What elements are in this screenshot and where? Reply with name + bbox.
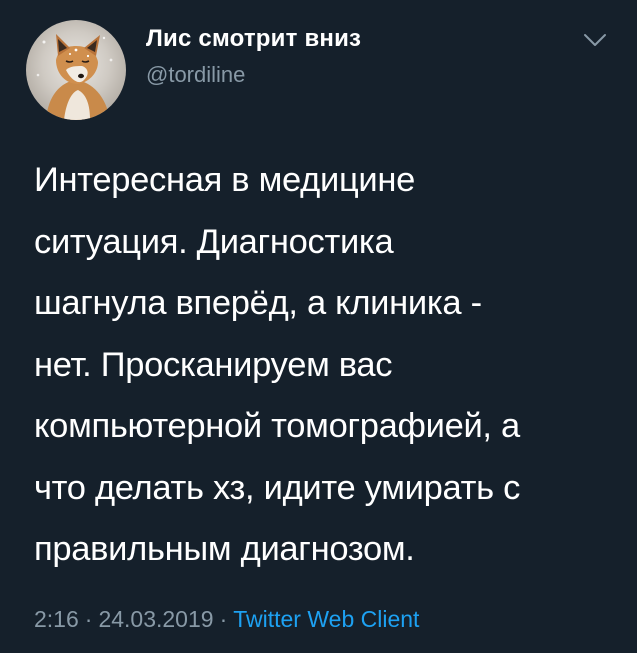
tweet-time[interactable]: 2:16 <box>34 606 79 632</box>
tweet-text-line: ситуация. Диагностика <box>34 222 394 261</box>
tweet-card: Лис смотрит вниз @tordiline Интересная в… <box>0 0 637 653</box>
author-display-name[interactable]: Лис смотрит вниз <box>146 25 361 53</box>
tweet-date[interactable]: 24.03.2019 <box>98 606 213 632</box>
tweet-text: Интересная в медицине ситуация. Диагност… <box>34 150 614 581</box>
tweet-text-line: нет. Просканируем вас <box>34 345 393 384</box>
tweet-text-line: Интересная в медицине <box>34 161 416 199</box>
tweet-text-line: что делать хз, идите умирать с <box>34 468 521 507</box>
tweet-text-line: компьютерной томографией, а <box>34 407 520 445</box>
meta-separator: · <box>84 606 93 632</box>
author-handle[interactable]: @tordiline <box>146 62 245 88</box>
fox-icon <box>36 34 113 120</box>
tweet-client-link[interactable]: Twitter Web Client <box>233 606 419 632</box>
tweet-text-line: правильным диагнозом. <box>34 530 415 568</box>
chevron-down-icon[interactable] <box>582 30 608 50</box>
tweet-meta: 2:16 · 24.03.2019 · Twitter Web Client <box>34 606 419 633</box>
avatar[interactable] <box>26 20 126 120</box>
tweet-text-line: шагнула вперёд, а клиника - <box>34 284 482 322</box>
meta-separator: · <box>219 606 228 632</box>
